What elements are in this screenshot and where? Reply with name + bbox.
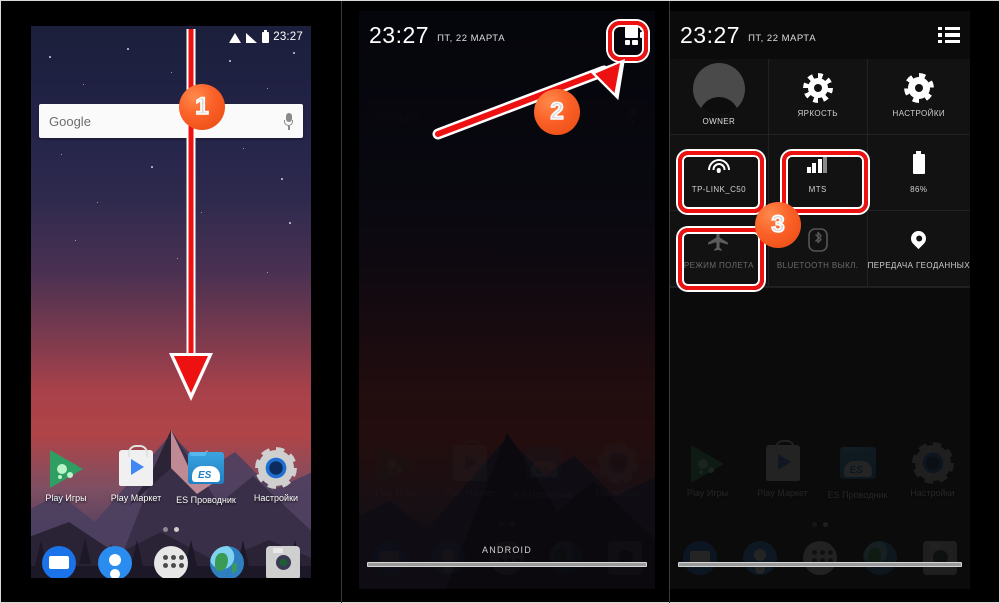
tile-location[interactable]: ПЕРЕДАЧА ГЕОДАННЫХ (867, 211, 970, 287)
app-play-store[interactable]: Play Маркет (104, 445, 168, 504)
panel-home-screen: 23:27 Google Play Игры Play Маркет ES ES… (1, 1, 341, 603)
user-avatar-icon (692, 63, 745, 115)
step-badge-3: 3 (755, 202, 801, 248)
play-games-icon (46, 450, 86, 490)
search-input-placeholder[interactable]: Google (49, 114, 284, 129)
all-apps-icon[interactable] (154, 546, 188, 578)
google-search-bar[interactable]: Google (39, 104, 303, 138)
tile-settings[interactable]: НАСТРОЙКИ (867, 59, 970, 135)
app-label: ES Проводник (176, 495, 236, 505)
app-label: Play Маркет (110, 493, 162, 503)
android-footer-label: ANDROID (482, 545, 532, 555)
tile-label: ПЕРЕДАЧА ГЕОДАННЫХ (867, 261, 970, 270)
tile-label: ЯРКОСТЬ (797, 109, 838, 118)
highlight-tile-mobile-data (782, 151, 868, 213)
panel-quick-settings: Play Игры Play Маркет ES ES Проводник На… (670, 1, 1000, 603)
app-label-faint: Play Игры (686, 488, 729, 498)
highlight-quick-settings-icon (608, 21, 648, 61)
screenshot-figure: 23:27 Google Play Игры Play Маркет ES ES… (0, 0, 1000, 603)
app-label-faint: Play Маркет (757, 488, 808, 498)
page-dot[interactable] (163, 527, 168, 532)
status-bar: 23:27 (31, 26, 311, 48)
location-pin-icon (908, 227, 930, 249)
shade-scrim (359, 11, 655, 589)
contacts-icon[interactable] (98, 546, 132, 578)
tile-label: BLUETOOTH ВЫКЛ. (776, 261, 859, 270)
tile-battery[interactable]: 86% (867, 135, 970, 211)
microphone-icon[interactable] (284, 112, 293, 130)
tile-label: 86% (910, 185, 928, 194)
step-badge-1: 1 (179, 84, 225, 130)
dock (31, 546, 311, 578)
app-label-faint: Настройки (910, 488, 955, 498)
step-number: 3 (770, 210, 785, 239)
es-file-explorer-icon: ES (186, 452, 226, 492)
shade-drag-handle[interactable] (678, 562, 962, 567)
play-store-icon (116, 445, 156, 490)
qs-clock: 23:27 (680, 21, 741, 48)
qs-date: ПТ, 22 МАРТА (748, 33, 817, 44)
app-label: Настройки (253, 493, 299, 503)
camera-icon[interactable] (266, 546, 300, 578)
phone-screen-1: 23:27 Google Play Игры Play Маркет ES ES… (31, 26, 311, 578)
wifi-icon (229, 32, 242, 43)
phone-screen-3: Play Игры Play Маркет ES ES Проводник На… (670, 11, 970, 589)
step-number: 1 (194, 92, 209, 121)
tile-label: OWNER (702, 117, 736, 126)
app-settings[interactable]: Настройки (244, 448, 308, 504)
messages-icon[interactable] (42, 546, 76, 578)
shade-drag-handle[interactable] (367, 562, 647, 567)
status-bar-time: 23:27 (273, 31, 303, 43)
tile-brightness[interactable]: ЯРКОСТЬ (768, 59, 868, 135)
shade-date: ПТ, 22 МАРТА (437, 33, 506, 44)
step-number: 2 (549, 97, 564, 126)
brightness-sun-icon (807, 78, 828, 98)
highlight-tile-airplane-mode (678, 228, 764, 290)
qs-header: 23:27 ПТ, 22 МАРТА (670, 11, 970, 59)
panel-notification-shade: Google Play Игры Play Маркет E (342, 1, 669, 603)
bluetooth-icon (807, 228, 828, 252)
app-row: Play Игры Play Маркет ES ES Проводник На… (31, 445, 311, 506)
home-page-indicator (31, 527, 311, 532)
notification-list-icon[interactable] (938, 26, 960, 44)
shade-clock: 23:27 (369, 21, 430, 48)
signal-icon (246, 32, 258, 43)
app-play-games[interactable]: Play Игры (34, 448, 98, 504)
app-label-faint: ES Проводник (827, 490, 888, 500)
settings-gear-icon (256, 450, 296, 490)
tile-label: НАСТРОЙКИ (892, 109, 946, 118)
browser-icon[interactable] (210, 546, 244, 578)
tile-user[interactable]: OWNER (670, 59, 769, 135)
app-label: Play Игры (45, 493, 87, 503)
battery-icon (262, 29, 270, 43)
highlight-tile-wifi (678, 151, 764, 213)
app-es-explorer[interactable]: ES ES Проводник (174, 448, 238, 506)
battery-icon (912, 151, 925, 174)
phone-screen-2: Google Play Игры Play Маркет E (359, 11, 655, 589)
page-dot-active[interactable] (174, 527, 179, 532)
step-badge-2: 2 (534, 89, 580, 135)
settings-gear-icon (907, 77, 930, 99)
